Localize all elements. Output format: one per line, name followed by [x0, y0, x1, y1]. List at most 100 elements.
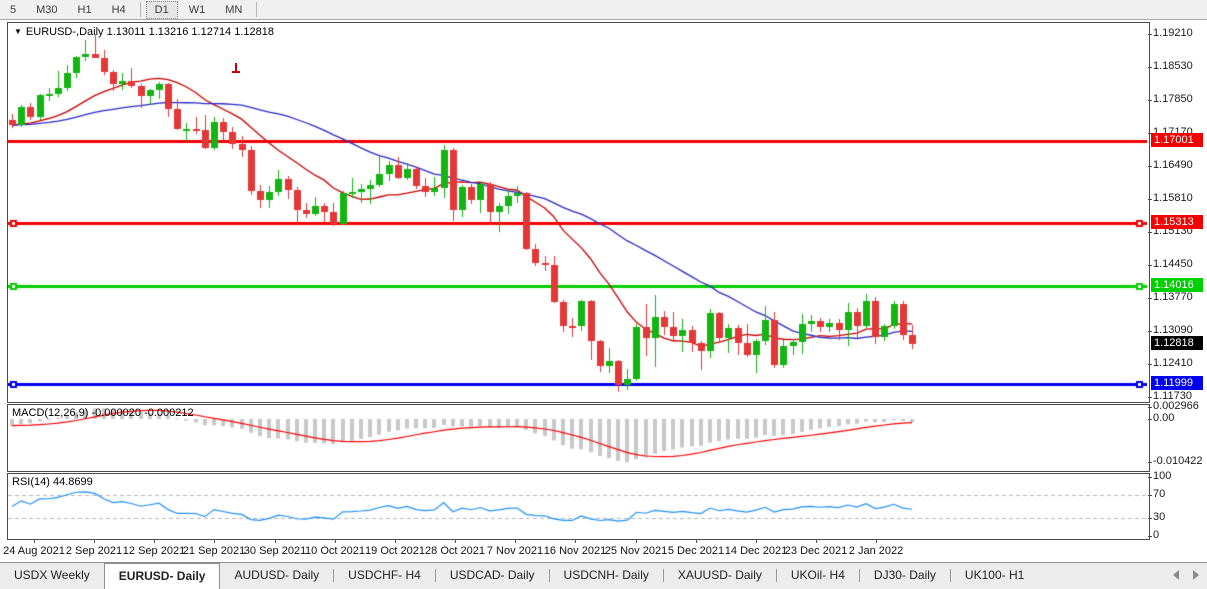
rsi-label: RSI(14) 44.8699 [12, 476, 93, 488]
chart-tab-usdchf-h4[interactable]: USDCHF- H4 [334, 565, 435, 588]
chart-tab-usdcad-daily[interactable]: USDCAD- Daily [436, 565, 549, 588]
axis-tick-mark [1148, 495, 1152, 496]
date-axis-label: 28 Oct 2021 [425, 545, 485, 557]
axis-tick-mark [1148, 536, 1152, 537]
date-tick-mark [34, 539, 35, 543]
date-tick-mark [94, 539, 95, 543]
toolbar-separator [140, 2, 141, 17]
current-price-badge: 1.12818 [1151, 336, 1203, 350]
chart-tab-audusd-daily[interactable]: AUDUSD- Daily [220, 565, 333, 588]
date-axis-label: 25 Nov 2021 [605, 545, 667, 557]
rsi-indicator-panel: RSI(14) 44.8699 [7, 473, 1150, 540]
axis-tick-mark [1148, 67, 1152, 68]
date-axis-label: 2 Sep 2021 [66, 545, 122, 557]
timeframe-button-d1[interactable]: D1 [146, 1, 178, 19]
chart-tab-ukoil-h4[interactable]: UKOil- H4 [777, 565, 859, 588]
date-axis-label: 16 Nov 2021 [544, 545, 606, 557]
macd-axis-label: 0.002966 [1153, 400, 1199, 412]
timeframe-button-mn[interactable]: MN [216, 1, 251, 19]
level-price-badge: 1.11999 [1151, 376, 1203, 390]
price-axis-label: 1.14450 [1153, 258, 1193, 270]
axis-tick-mark [1148, 232, 1152, 233]
date-axis-label: 30 Sep 2021 [244, 545, 306, 557]
rsi-canvas[interactable] [8, 474, 1147, 537]
chart-tab-usdx-weekly[interactable]: USDX Weekly [0, 565, 104, 588]
date-tick-mark [275, 539, 276, 543]
price-axis-label: 1.19210 [1153, 27, 1193, 39]
tab-scroll-left-icon[interactable] [1173, 570, 1179, 580]
level-price-badge: 1.17001 [1151, 133, 1203, 147]
timeframe-button-5[interactable]: 5 [1, 1, 25, 19]
timeframe-button-h1[interactable]: H1 [69, 1, 101, 19]
chart-symbol-label: EURUSD-,Daily 1.13011 1.13216 1.12714 1.… [26, 26, 274, 38]
price-axis-label: 1.16490 [1153, 159, 1193, 171]
rsi-axis-label: 30 [1153, 511, 1165, 523]
axis-tick-mark [1148, 407, 1152, 408]
macd-label: MACD(12,26,9) -0.000020 -0.000212 [12, 407, 194, 419]
tab-scroll-arrows [1173, 570, 1199, 580]
date-tick-mark [395, 539, 396, 543]
chart-dropdown-icon[interactable]: ▼ [14, 27, 22, 36]
axis-tick-mark [1148, 518, 1152, 519]
mt4-window: 5M30H1H4 D1W1MN ▼ EURUSD-,Daily 1.13011 1.… [0, 0, 1207, 580]
date-axis-label: 12 Sep 2021 [123, 545, 185, 557]
price-axis-label: 1.17850 [1153, 93, 1193, 105]
chart-tab-eurusd-daily[interactable]: EURUSD- Daily [104, 563, 221, 589]
date-tick-mark [214, 539, 215, 543]
axis-tick-mark [1148, 419, 1152, 420]
axis-tick-mark [1148, 477, 1152, 478]
chart-tab-dj30-daily[interactable]: DJ30- Daily [860, 565, 950, 588]
date-tick-mark [515, 539, 516, 543]
date-axis-label: 14 Dec 2021 [725, 545, 787, 557]
rsi-axis-label: 0 [1153, 529, 1159, 541]
axis-tick-mark [1148, 331, 1152, 332]
price-axis-label: 1.13090 [1153, 324, 1193, 336]
macd-axis-label: -0.010422 [1153, 455, 1203, 467]
date-tick-mark [455, 539, 456, 543]
toolbar-separator [256, 2, 257, 17]
axis-tick-mark [1148, 34, 1152, 35]
chart-tab-xauusd-daily[interactable]: XAUUSD- Daily [664, 565, 776, 588]
price-axis-label: 1.18530 [1153, 60, 1193, 72]
price-chart-panel: ▼ EURUSD-,Daily 1.13011 1.13216 1.12714 1… [7, 22, 1150, 403]
axis-tick-mark [1148, 100, 1152, 101]
chart-tab-usdcnh-daily[interactable]: USDCNH- Daily [550, 565, 663, 588]
date-tick-mark [335, 539, 336, 543]
timeframe-button-m30[interactable]: M30 [27, 1, 66, 19]
date-axis-label: 23 Dec 2021 [785, 545, 847, 557]
date-axis-label: 2 Jan 2022 [849, 545, 903, 557]
sell-pointer-icon[interactable] [232, 63, 240, 73]
date-axis-label: 19 Oct 2021 [365, 545, 425, 557]
date-tick-mark [575, 539, 576, 543]
chart-tab-uk100-h1[interactable]: UK100- H1 [951, 565, 1038, 588]
axis-tick-mark [1148, 298, 1152, 299]
tab-scroll-right-icon[interactable] [1193, 570, 1199, 580]
chart-tab-bar: USDX WeeklyEURUSD- DailyAUDUSD- DailyUSD… [0, 562, 1207, 589]
date-axis-label: 10 Oct 2021 [305, 545, 365, 557]
date-tick-mark [756, 539, 757, 543]
axis-tick-mark [1148, 364, 1152, 365]
level-price-badge: 1.15313 [1151, 215, 1203, 229]
macd-indicator-panel: MACD(12,26,9) -0.000020 -0.000212 [7, 404, 1150, 472]
price-chart-canvas[interactable] [8, 23, 1147, 400]
chart-title: ▼ EURUSD-,Daily 1.13011 1.13216 1.12714 1… [14, 26, 274, 38]
axis-tick-mark [1148, 397, 1152, 398]
date-axis-label: 21 Sep 2021 [183, 545, 245, 557]
axis-tick-mark [1148, 199, 1152, 200]
macd-axis-label: 0.00 [1153, 412, 1174, 424]
date-axis-label: 5 Dec 2021 [668, 545, 724, 557]
price-axis-label: 1.15810 [1153, 192, 1193, 204]
date-tick-mark [816, 539, 817, 543]
date-tick-mark [696, 539, 697, 543]
axis-tick-mark [1148, 166, 1152, 167]
date-tick-mark [154, 539, 155, 543]
level-price-badge: 1.14016 [1151, 278, 1203, 292]
axis-tick-mark [1148, 462, 1152, 463]
timeframe-button-h4[interactable]: H4 [103, 1, 135, 19]
price-axis-label: 1.13770 [1153, 291, 1193, 303]
rsi-axis-label: 100 [1153, 470, 1171, 482]
timeframe-button-w1[interactable]: W1 [180, 1, 215, 19]
timeframe-toolbar: 5M30H1H4 D1W1MN [0, 0, 1207, 20]
price-axis-label: 1.12410 [1153, 357, 1193, 369]
rsi-axis-label: 70 [1153, 488, 1165, 500]
